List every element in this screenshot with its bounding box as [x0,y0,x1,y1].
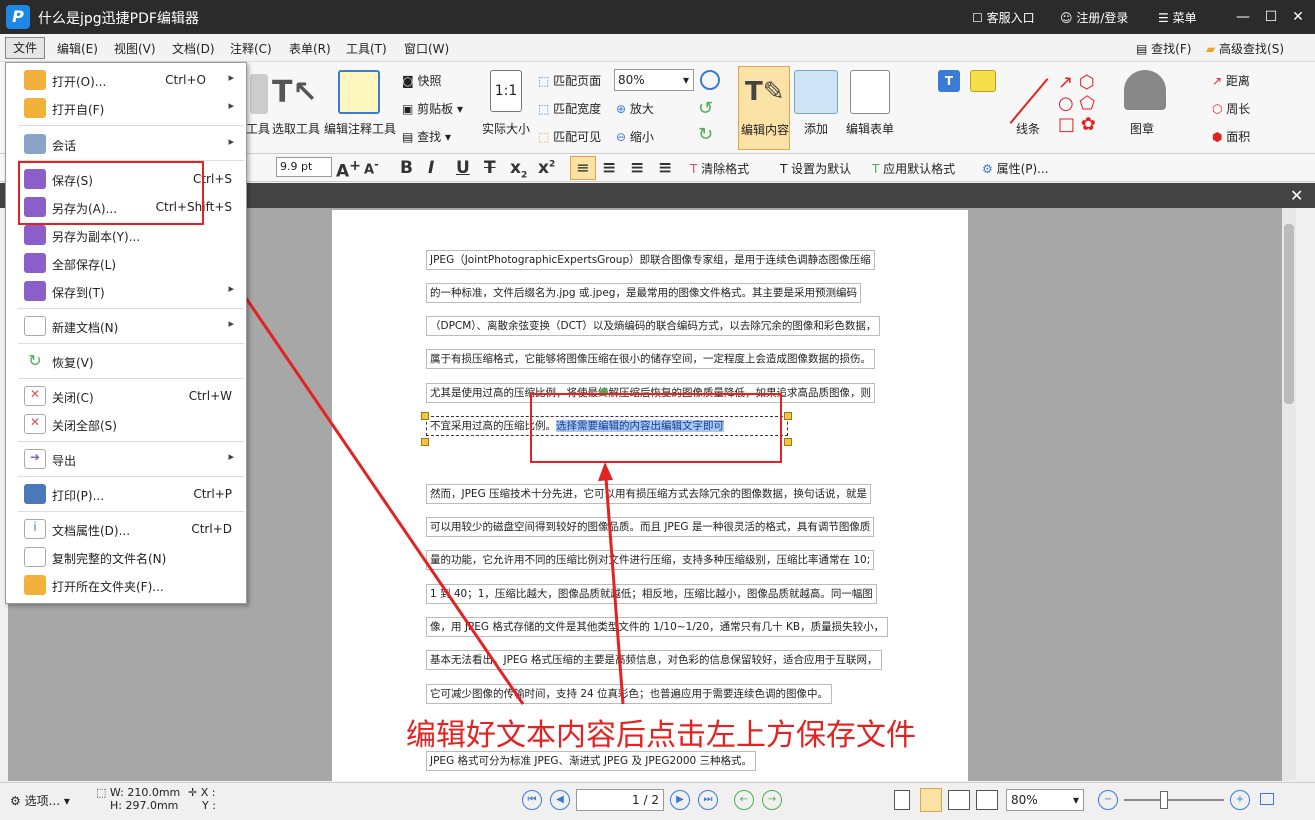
save-to-icon [24,281,46,301]
zoom-slider-thumb[interactable] [1160,791,1168,809]
menu-save-all[interactable]: 全部保存(L) [6,250,246,276]
menu-separator [18,441,244,442]
first-page-icon[interactable]: ⏮ [522,790,542,810]
forward-icon[interactable]: → [762,790,782,810]
dimensions-icon: ⬚ [96,786,110,799]
menu-separator [18,378,244,379]
close-all-icon: ✕ [24,414,46,434]
crosshair-icon: ✛ [188,786,201,799]
menu-close[interactable]: ✕ 关闭(C) Ctrl+W [6,383,246,409]
menu-open[interactable]: 打开(O)... Ctrl+O ▸ [6,67,246,93]
close-doc-icon: ✕ [24,386,46,406]
folder-icon [24,575,46,595]
cursor-coordinates: ✛ X :Y : [188,786,216,812]
menu-separator [18,125,244,126]
menu-session[interactable]: 会话 ▸ [6,131,246,157]
menu-save-copy[interactable]: 另存为副本(Y)... [6,222,246,248]
last-page-icon[interactable]: ⏭ [698,790,718,810]
arrow-to-selection [604,477,625,705]
menu-export[interactable]: ➜ 导出 ▸ [6,446,246,472]
file-menu-dropdown: 打开(O)... Ctrl+O ▸ 打开自(F) ▸ 会话 ▸ 保存(S) Ctrl+S … [5,62,247,604]
menu-separator [18,511,244,512]
menu-print[interactable]: 打印(P)... Ctrl+P [6,481,246,507]
menu-new-document[interactable]: 新建文档(N) ▸ [6,313,246,339]
submenu-arrow-icon: ▸ [228,450,234,463]
fullscreen-icon[interactable] [1260,793,1274,805]
submenu-arrow-icon: ▸ [228,317,234,330]
page-dimensions: ⬚ W: 210.0mm H: 297.0mm [96,786,181,812]
status-bar: ⚙ 选项... ▾ ⬚ W: 210.0mm H: 297.0mm ✛ X :Y … [0,782,1315,820]
menu-open-from[interactable]: 打开自(F) ▸ [6,95,246,121]
copy-doc-icon [24,547,46,567]
new-document-icon [24,316,46,336]
folder-open-icon [24,70,46,90]
revert-icon: ↻ [28,351,42,370]
continuous-facing-icon[interactable] [976,790,998,810]
facing-page-icon[interactable] [948,790,970,810]
single-page-icon[interactable] [894,790,910,810]
menu-document-properties[interactable]: i 文档属性(D)... Ctrl+D [6,516,246,542]
arrow-head [598,462,613,481]
folder-globe-icon [24,98,46,118]
zoom-slider[interactable] [1124,799,1224,801]
submenu-arrow-icon: ▸ [228,135,234,148]
export-icon: ➜ [24,449,46,469]
continuous-page-icon[interactable] [920,788,942,812]
menu-revert[interactable]: ↻ 恢复(V) [6,348,246,374]
prev-page-icon[interactable]: ◀ [550,790,570,810]
submenu-arrow-icon: ▸ [228,282,234,295]
menu-separator [18,476,244,477]
menu-open-folder[interactable]: 打开所在文件夹(F)... [6,572,246,598]
next-page-icon[interactable]: ▶ [670,790,690,810]
menu-separator [18,308,244,309]
status-zoom-select[interactable]: 80% ▾ [1006,789,1084,811]
save-all-icon [24,253,46,273]
chevron-down-icon: ▾ [1072,793,1079,807]
session-icon [24,134,46,154]
page-number-input[interactable]: 1 / 2 [576,789,664,811]
menu-separator [18,343,244,344]
arrow-to-save [203,237,525,705]
menu-close-all[interactable]: ✕ 关闭全部(S) [6,411,246,437]
back-icon[interactable]: ← [734,790,754,810]
zoom-out-circle-icon[interactable]: − [1098,790,1118,810]
printer-icon [24,484,46,504]
menu-save-to[interactable]: 保存到(T) ▸ [6,278,246,304]
gear-icon: ⚙ [10,794,25,808]
submenu-arrow-icon: ▸ [228,99,234,112]
options-button[interactable]: ⚙ 选项... ▾ [10,792,70,809]
submenu-arrow-icon: ▸ [228,71,234,84]
info-doc-icon: i [24,519,46,539]
save-copy-icon [24,225,46,245]
save-highlight-box [18,161,204,225]
zoom-in-circle-icon[interactable]: + [1230,790,1250,810]
menu-copy-filename[interactable]: 复制完整的文件名(N) [6,544,246,570]
